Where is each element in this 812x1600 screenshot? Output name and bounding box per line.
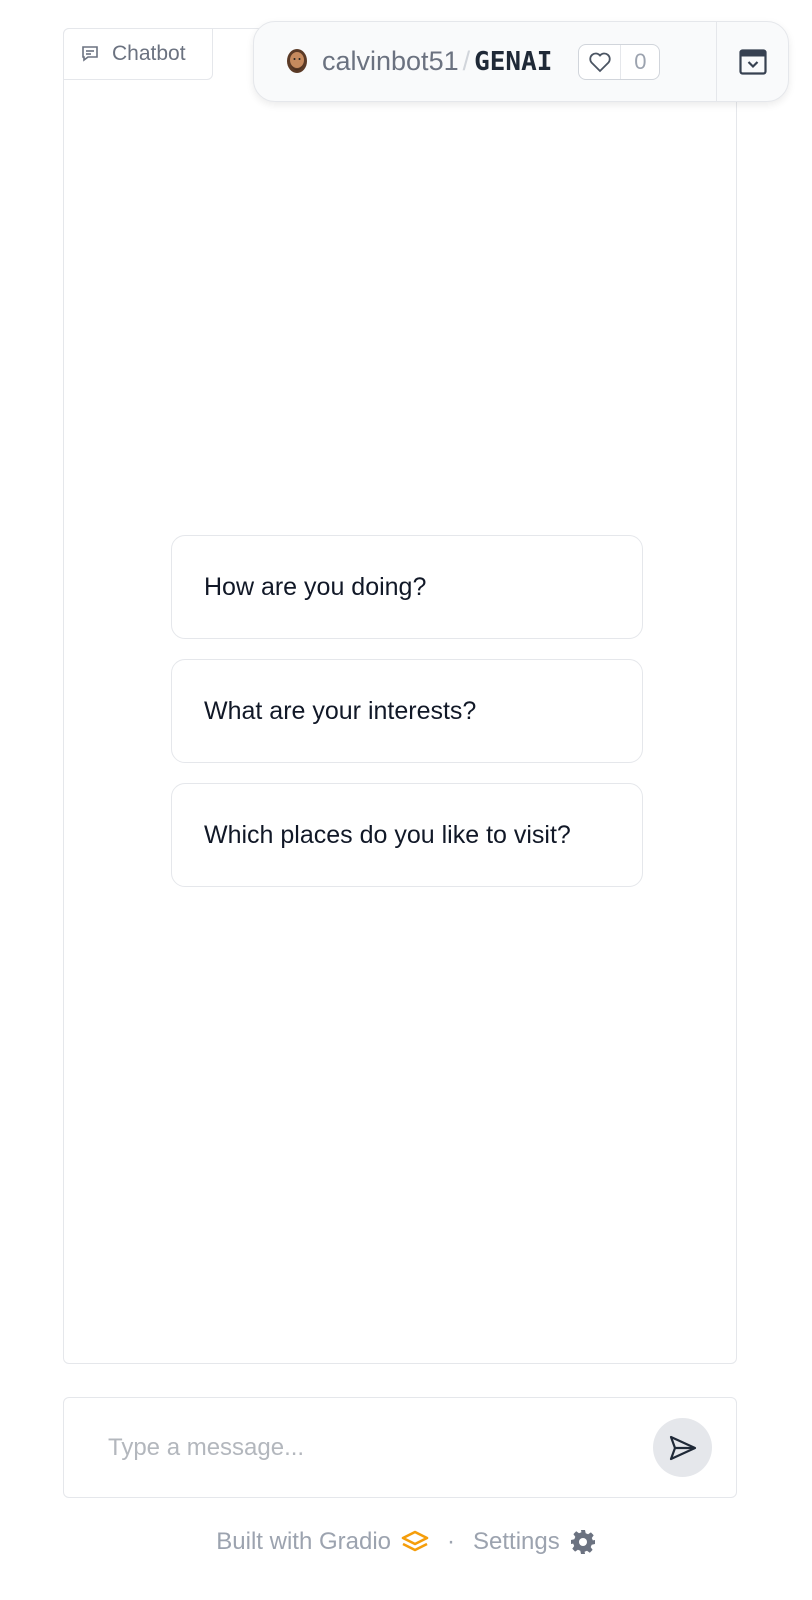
gradio-logo-icon bbox=[401, 1530, 429, 1552]
like-button[interactable]: 0 bbox=[578, 43, 661, 80]
space-name-link[interactable]: GENAI bbox=[474, 47, 552, 77]
chatbot-label: Chatbot bbox=[63, 28, 213, 80]
chat-bubble-icon bbox=[82, 46, 98, 62]
suggestion-text: What are your interests? bbox=[204, 696, 477, 725]
chatbot-panel: Chatbot How are you doing? What are your… bbox=[63, 28, 737, 1364]
message-input-container bbox=[63, 1397, 737, 1498]
suggestion-button[interactable]: Which places do you like to visit? bbox=[171, 783, 643, 887]
collapse-header-button[interactable] bbox=[716, 22, 788, 101]
space-header: calvinbot51 / GENAI 0 bbox=[253, 21, 789, 102]
space-title-area: calvinbot51 / GENAI 0 bbox=[254, 22, 716, 101]
suggestion-text: How are you doing? bbox=[204, 572, 427, 601]
footer: Built with Gradio · Settings bbox=[0, 1528, 812, 1556]
message-input[interactable] bbox=[64, 1398, 653, 1497]
suggestion-list: How are you doing? What are your interes… bbox=[171, 535, 643, 907]
settings-text: Settings bbox=[473, 1528, 560, 1555]
like-count: 0 bbox=[634, 48, 647, 74]
built-with-gradio-link[interactable]: Built with Gradio bbox=[216, 1528, 429, 1556]
suggestion-text: Which places do you like to visit? bbox=[204, 820, 571, 849]
suggestion-button[interactable]: What are your interests? bbox=[171, 659, 643, 763]
path-separator: / bbox=[462, 46, 471, 76]
collapse-window-icon bbox=[738, 48, 767, 75]
send-button[interactable] bbox=[653, 1418, 712, 1477]
send-arrow-icon bbox=[669, 1435, 696, 1460]
suggestion-button[interactable]: How are you doing? bbox=[171, 535, 643, 639]
chatbot-label-text: Chatbot bbox=[112, 42, 186, 65]
user-avatar-icon bbox=[287, 48, 307, 73]
gear-icon bbox=[570, 1530, 595, 1554]
footer-separator: · bbox=[447, 1528, 456, 1555]
heart-icon bbox=[579, 44, 622, 79]
settings-link[interactable]: Settings bbox=[473, 1528, 596, 1556]
built-with-text: Built with Gradio bbox=[216, 1528, 392, 1555]
space-owner-link[interactable]: calvinbot51 bbox=[322, 46, 459, 77]
